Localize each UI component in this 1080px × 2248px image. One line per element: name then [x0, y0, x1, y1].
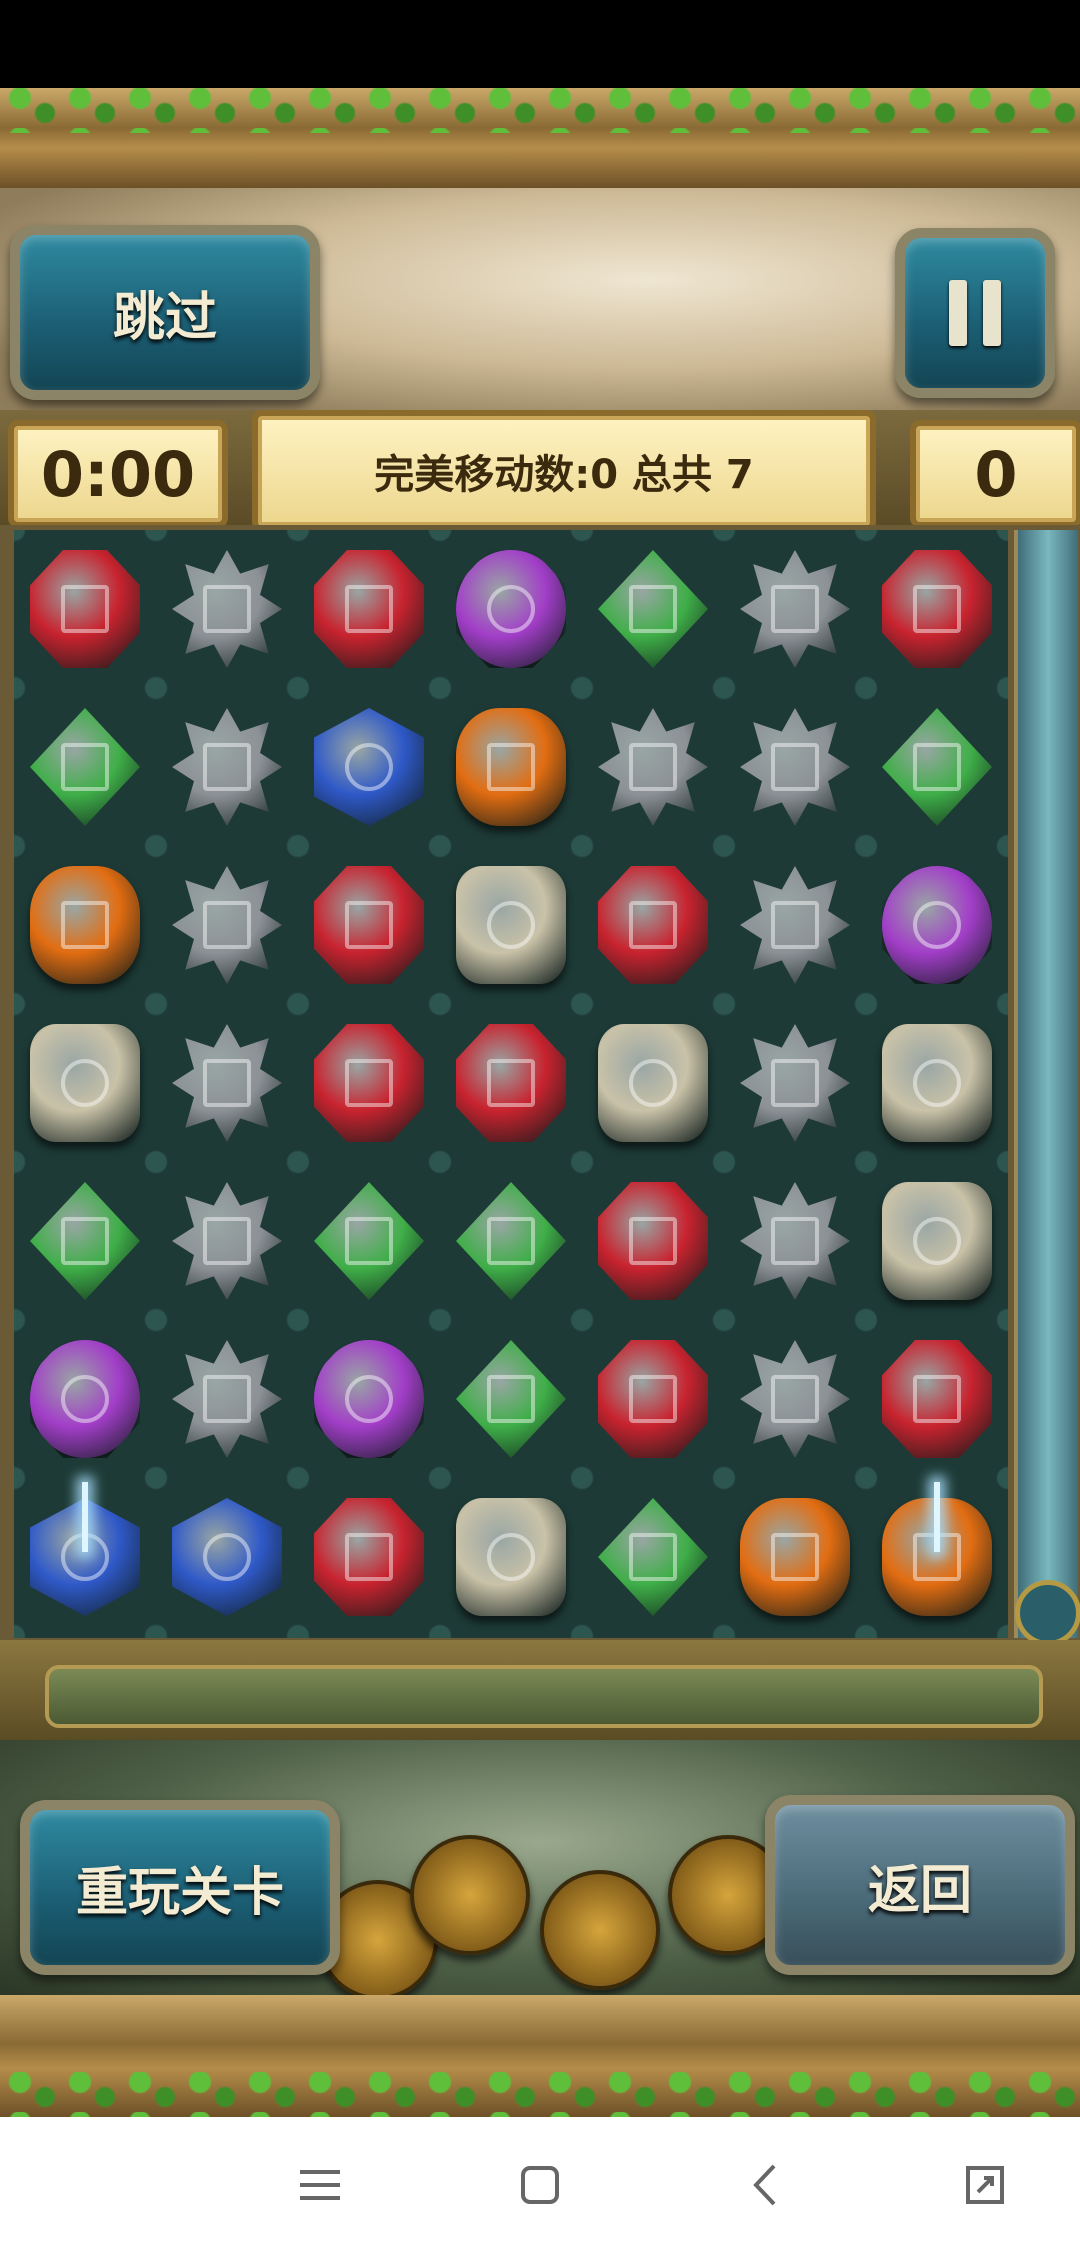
gem-purple[interactable] [877, 860, 997, 990]
skip-label: 跳过 [112, 288, 217, 348]
gem-red[interactable] [593, 1176, 713, 1306]
coin-icon [410, 1835, 530, 1955]
menu-icon[interactable] [295, 2160, 345, 2210]
gem-red[interactable] [309, 544, 429, 674]
gem-orange[interactable] [451, 702, 571, 832]
score-text: 0 [974, 437, 1018, 511]
gem-silver[interactable] [167, 1176, 287, 1306]
gem-stone[interactable] [877, 1018, 997, 1148]
gem-red[interactable] [593, 1334, 713, 1464]
gem-silver[interactable] [593, 702, 713, 832]
gem-red[interactable] [877, 544, 997, 674]
vine-decoration [0, 2072, 1080, 2117]
gem-green[interactable] [593, 544, 713, 674]
back-button[interactable]: 返回 [765, 1795, 1075, 1975]
gem-green[interactable] [451, 1334, 571, 1464]
gem-purple[interactable] [25, 1334, 145, 1464]
expand-icon[interactable] [960, 2160, 1010, 2210]
gem-green[interactable] [451, 1176, 571, 1306]
gem-silver[interactable] [735, 1176, 855, 1306]
gem-stone[interactable] [25, 1018, 145, 1148]
gem-green[interactable] [309, 1176, 429, 1306]
gem-stone[interactable] [451, 860, 571, 990]
progress-track [45, 1665, 1043, 1728]
status-bar [0, 0, 1080, 88]
gem-stone[interactable] [593, 1018, 713, 1148]
top-stone-border [0, 88, 1080, 188]
gem-stone[interactable] [877, 1176, 997, 1306]
gem-silver[interactable] [735, 860, 855, 990]
gem-blue[interactable] [309, 702, 429, 832]
gem-silver[interactable] [167, 1334, 287, 1464]
gem-purple[interactable] [309, 1334, 429, 1464]
gem-silver[interactable] [735, 702, 855, 832]
score-display: 0 [910, 420, 1080, 528]
pause-button[interactable] [895, 228, 1055, 398]
gem-silver[interactable] [167, 544, 287, 674]
gem-green[interactable] [25, 702, 145, 832]
replay-label: 重玩关卡 [75, 1863, 284, 1923]
vine-decoration [0, 88, 1080, 133]
gem-silver[interactable] [167, 702, 287, 832]
gem-silver[interactable] [167, 860, 287, 990]
gem-orange[interactable] [25, 860, 145, 990]
gem-silver[interactable] [167, 1018, 287, 1148]
gem-silver[interactable] [735, 1334, 855, 1464]
gem-stone[interactable] [451, 1492, 571, 1622]
back-label: 返回 [867, 1860, 972, 1921]
gem-purple[interactable] [451, 544, 571, 674]
moves-text: 完美移动数:0 总共 7 [374, 452, 754, 498]
gem-silver[interactable] [735, 1018, 855, 1148]
side-meter [1014, 530, 1078, 1638]
bottom-stone-border [0, 1995, 1080, 2117]
gem-red[interactable] [309, 1018, 429, 1148]
gem-red[interactable] [309, 860, 429, 990]
gem-blue-sparkle[interactable] [25, 1482, 145, 1622]
gem-green[interactable] [593, 1492, 713, 1622]
moves-panel: 完美移动数:0 总共 7 [252, 410, 876, 532]
gem-blue[interactable] [167, 1492, 287, 1622]
coin-icon [540, 1870, 660, 1990]
timer-display: 0:00 [8, 420, 228, 528]
pause-icon [949, 280, 967, 346]
gem-red[interactable] [309, 1492, 429, 1622]
back-chevron-icon[interactable] [742, 2160, 792, 2210]
sparkle-effect [934, 1482, 940, 1552]
gem-red[interactable] [25, 544, 145, 674]
gem-silver[interactable] [735, 544, 855, 674]
gem-red[interactable] [877, 1334, 997, 1464]
sparkle-effect [82, 1482, 88, 1552]
skip-button[interactable]: 跳过 [10, 225, 320, 400]
timer-text: 0:00 [40, 437, 196, 511]
gem-green[interactable] [877, 702, 997, 832]
gem-orange-sparkle[interactable] [877, 1482, 997, 1622]
meter-knob [1015, 1580, 1080, 1646]
replay-level-button[interactable]: 重玩关卡 [20, 1800, 340, 1975]
gem-orange[interactable] [735, 1492, 855, 1622]
gem-green[interactable] [25, 1176, 145, 1306]
home-square-icon[interactable] [515, 2160, 565, 2210]
game-board[interactable] [14, 530, 1008, 1638]
gem-red[interactable] [593, 860, 713, 990]
gem-red[interactable] [451, 1018, 571, 1148]
